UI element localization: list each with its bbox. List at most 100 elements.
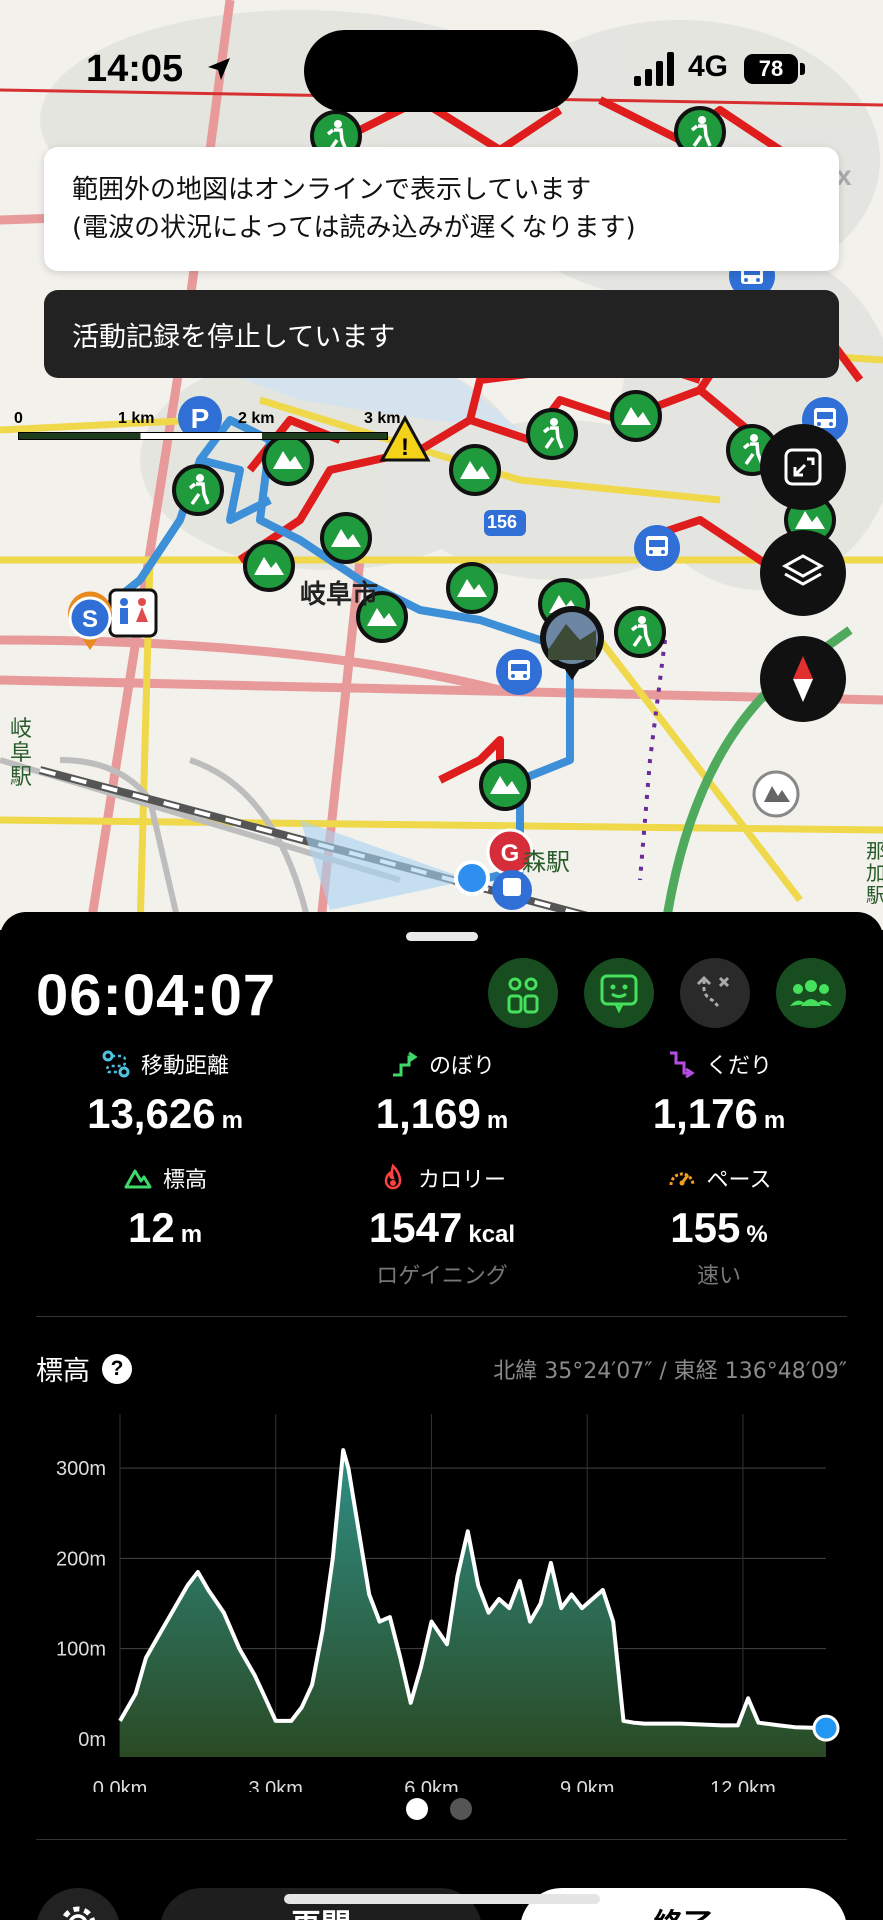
stat-distance: 移動距離 13,626 m [20,1048,310,1138]
home-indicator[interactable] [284,1894,600,1904]
checkpoint-button[interactable] [488,958,558,1028]
stat-label: ペース [706,1168,772,1193]
notice-line-2: (電波の状況によっては読み込みが遅くなります) [72,213,636,243]
label-char: 岐 [10,717,33,742]
stat-value: 1547 [368,1204,463,1251]
hiker-icon [172,464,224,516]
elevation-chart[interactable]: 0m 100m 200m 300m 0.0km 3.0km 6.0km 9.0km 12.0k… [0,1402,883,1792]
location-arrow-icon [208,58,230,80]
compass-icon [793,656,813,702]
speedometer-icon [669,1172,695,1186]
mountain-icon [446,562,498,614]
stat-unit: % [746,1221,768,1248]
stat-value: 12 [127,1204,175,1251]
x-tick-label: 9.0km [560,1778,614,1792]
drag-handle[interactable] [406,932,478,941]
y-tick-label: 300m [56,1458,106,1480]
stat-ascent: のぼり 1,169 m [297,1048,587,1138]
scale-label: 1 km [118,410,155,427]
map-label-right-edge: 那 加 駅 [866,840,883,906]
page-dot-active[interactable] [406,1798,428,1820]
svg-text:S: S [82,606,98,633]
stat-calories: カロリー 1547 kcal ロゲイニング [297,1162,587,1290]
elapsed-time: 06:04:07 [36,963,277,1028]
svg-text:G: G [501,840,520,867]
coordinates: 北緯 35°24′07″ / 東経 136°48′09″ [493,1359,847,1384]
photo-marker-icon [540,606,604,680]
scale-label: 2 km [238,410,275,427]
stat-label: のぼり [428,1054,495,1079]
fit-route-icon [784,448,822,486]
battery-cap [800,63,805,75]
flame-icon [384,1163,402,1190]
route-branch-icon [696,975,730,1008]
stat-descent: くだり 1,176 m [574,1048,864,1138]
chart-x-axis: 0.0km 3.0km 6.0km 9.0km 12.0km [93,1778,776,1792]
activity-type: ロゲイニング [376,1264,508,1289]
checkpoints-icon [507,977,539,1014]
offline-map-notice: 範囲外の地図はオンラインで表示しています (電波の状況によっては読み込みが遅くな… [44,147,839,271]
memo-button[interactable] [584,958,654,1028]
stat-value: 1,169 [375,1090,481,1137]
elevation-area [120,1450,826,1757]
stat-unit: m [486,1107,509,1134]
y-tick-label: 100m [56,1639,106,1661]
current-position-point [812,1714,840,1742]
y-tick-label: 0m [78,1729,106,1751]
x-tick-label: 3.0km [249,1778,303,1792]
help-icon[interactable]: ? [102,1353,132,1384]
divider [36,1839,847,1840]
group-button[interactable] [776,958,846,1028]
route-number: 156 [487,512,518,532]
scale-label: 0 [14,410,23,427]
peak-icon [752,770,800,818]
stat-label: 移動距離 [140,1054,229,1079]
stat-unit: m [221,1107,243,1134]
dynamic-island [304,30,578,112]
resume-button[interactable]: 再開 [160,1888,482,1920]
mountain-icon [243,540,295,592]
mountain-icon [449,444,501,496]
layers-button[interactable] [760,530,846,616]
stat-label: カロリー [417,1168,506,1193]
page-indicator [406,1798,472,1820]
group-icon [790,980,832,1006]
stat-label: 標高 [162,1168,207,1193]
off-route-button[interactable] [680,958,750,1028]
y-tick-label: 200m [56,1548,106,1570]
bus-stop-icon [634,525,680,571]
stat-value: 1,176 [652,1090,758,1137]
settings-button[interactable] [36,1888,120,1920]
bus-stop-icon [496,649,542,695]
x-tick-label: 6.0km [404,1778,458,1792]
stat-unit: m [180,1221,203,1248]
label-char: 加 [866,861,883,885]
current-location-icon [454,860,490,896]
ascent-icon [392,1051,418,1077]
start-marker-icon: S [68,591,112,650]
stat-unit: kcal [468,1221,516,1248]
pace-rating: 速い [696,1264,741,1289]
map-label-city: 岐阜市 [300,580,379,610]
label-char: 阜 [10,741,33,766]
layers-icon [781,554,825,586]
smile-memo-icon [600,974,638,1014]
activity-panel: 06:04:07 移動距離 13,626 m のぼり 1,169 m くだり 1,1… [0,912,883,1920]
status-time: 14:05 [86,48,184,90]
finish-button[interactable]: 終了 [520,1888,847,1920]
x-tick-label: 12.0km [710,1778,776,1792]
app-screen: P ! S G 14:05 4G 78 岐阜市 森駅 156 岐 阜 駅 那 加… [0,0,883,1920]
page-dot[interactable] [450,1798,472,1820]
stat-value: 13,626 [87,1090,216,1137]
hiker-icon [526,408,578,460]
mountain-icon [320,512,372,564]
chart-series [118,1448,840,1757]
stat-value: 155 [670,1204,741,1251]
fit-route-button[interactable] [760,424,846,510]
elevation-header: 標高 ? [36,1349,132,1388]
altitude-icon [124,1169,152,1189]
stat-label: くだり [705,1054,772,1079]
map-label-gifu-station: 岐 阜 駅 [10,718,32,790]
map-view[interactable]: P ! S G 14:05 4G 78 岐阜市 森駅 156 岐 阜 駅 那 加… [0,0,883,930]
compass-button[interactable] [760,636,846,722]
